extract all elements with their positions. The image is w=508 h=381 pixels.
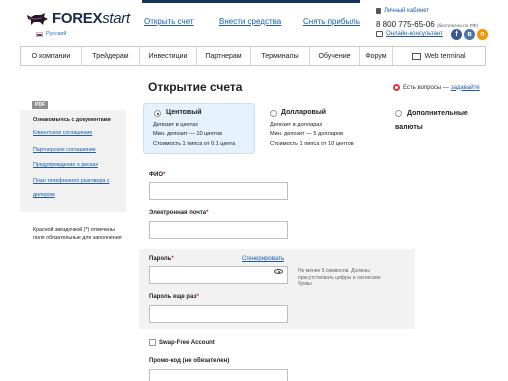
password-hint: Не менее 5 символов. Должны присутствова… — [298, 268, 381, 287]
chat-icon — [376, 31, 383, 37]
client-agreement-link[interactable]: Клиентское соглашение — [33, 130, 92, 136]
email-field[interactable] — [149, 221, 288, 239]
fio-label: ФИО* — [149, 172, 166, 178]
dollar-account-line: Стоимость 1 пипса от 10 центов — [270, 141, 354, 147]
nav-item-partners[interactable]: Партнерам — [197, 47, 251, 65]
odnoklassniki-icon[interactable]: о — [477, 29, 488, 40]
page-title: Открытие счета — [148, 80, 243, 94]
phone-call-plan-link[interactable]: План телефонного разговора с — [33, 178, 109, 184]
help-text: Есть вопросы — — [403, 84, 449, 91]
top-accent-bar — [142, 0, 360, 3]
nav-item-traders[interactable]: Трейдерам — [82, 47, 140, 65]
lifebuoy-icon — [393, 84, 400, 91]
swap-free-label: Swap-Free Account — [159, 340, 215, 346]
online-consultant-link[interactable]: Онлайн-консультант — [376, 31, 443, 37]
risk-warning-link[interactable]: Предупреждение о рисках — [33, 162, 98, 168]
cent-account-line: Стоимость 1 пипса от 0.1 цента — [153, 141, 236, 147]
other-currency-title-cont: валюты — [395, 124, 423, 131]
swap-free-checkbox[interactable] — [149, 339, 156, 346]
logo-text: FOREXstart — [52, 10, 130, 27]
russian-flag-icon — [36, 31, 43, 37]
withdraw-profit-link[interactable]: Снять прибыль — [303, 17, 360, 26]
personal-cabinet-link[interactable]: Личный кабинет — [376, 8, 429, 14]
lock-icon — [376, 8, 381, 14]
password-repeat-field[interactable] — [149, 305, 288, 323]
email-label: Электронная почта* — [149, 210, 209, 216]
dollar-account-line: Депозит в долларах — [270, 122, 323, 128]
cent-account-title: Центовый — [166, 109, 202, 116]
pdf-badge: PDF — [32, 101, 48, 109]
other-currency-title: Дополнительные — [407, 110, 468, 117]
nav-item-forum[interactable]: Форум — [360, 47, 393, 65]
ask-question-link[interactable]: задавайте — [451, 85, 480, 91]
deposit-funds-link[interactable]: Внести средства — [219, 17, 281, 26]
password-field[interactable] — [149, 266, 288, 284]
nav-item-terminals[interactable]: Терминалы — [251, 47, 310, 65]
main-navigation: О компании Трейдерам Инвестиции Партнера… — [20, 46, 486, 66]
password-label: Пароль* — [149, 256, 174, 262]
fio-field[interactable] — [149, 182, 288, 200]
personal-cabinet-label: Личный кабинет — [384, 8, 430, 14]
monitor-icon — [412, 52, 422, 60]
phone-number: 8 800 775-65-06 (бесплатно по РФ) — [376, 20, 479, 29]
help-block: Есть вопросы — задавайте — [393, 84, 480, 91]
facebook-icon[interactable]: f — [451, 29, 462, 40]
cent-account-radio[interactable] — [154, 110, 161, 117]
cent-account-line: Мин. депозит — 10 центов — [153, 131, 223, 137]
bull-logo-icon — [27, 12, 48, 25]
nav-item-education[interactable]: Обучение — [310, 47, 360, 65]
dollar-account-radio[interactable] — [270, 110, 277, 117]
promo-code-label: Промо-код (не обязателен) — [149, 358, 230, 364]
nav-item-investments[interactable]: Инвестиции — [140, 47, 197, 65]
cent-account-line: Депозит в центах — [153, 122, 199, 128]
vk-icon[interactable]: в — [464, 29, 475, 40]
generate-password-link[interactable]: Сгенерировать — [242, 256, 284, 262]
dollar-account-line: Мин. депозит — 5 долларов — [270, 131, 344, 137]
dollar-account-title: Долларовый — [281, 109, 327, 116]
open-account-link[interactable]: Открыть счет — [144, 17, 194, 26]
password-repeat-label: Пароль еще раз* — [149, 294, 199, 300]
language-selector[interactable]: Русский — [36, 31, 66, 37]
language-label: Русский — [46, 31, 67, 37]
partner-agreement-link[interactable]: Партнерское соглашение — [33, 147, 96, 153]
nav-item-about[interactable]: О компании — [21, 47, 82, 65]
phone-call-plan-link-cont[interactable]: дилером — [33, 192, 55, 198]
nav-item-web-terminal[interactable]: Web terminal — [393, 47, 485, 65]
show-password-eye-icon[interactable] — [274, 269, 283, 274]
forexstart-logo[interactable]: FOREXstart — [26, 10, 130, 27]
documents-heading: Ознакомьтесь с документами — [33, 117, 111, 123]
required-fields-note: Красной звездочкой (*) отмечены поля обя… — [33, 227, 122, 241]
online-consultant-label: Онлайн-консультант — [386, 31, 443, 37]
promo-code-field[interactable] — [149, 369, 288, 381]
other-currency-radio[interactable] — [395, 110, 402, 117]
